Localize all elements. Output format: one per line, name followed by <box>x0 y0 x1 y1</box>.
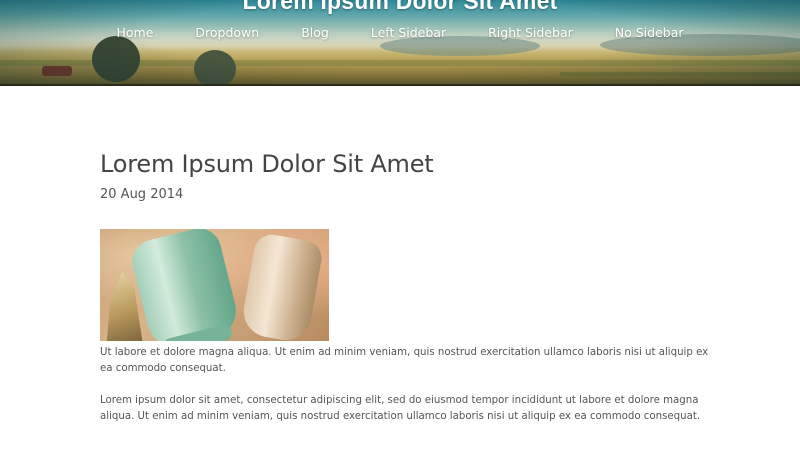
main-nav: Home Dropdown Blog Left Sidebar Right Si… <box>0 24 800 42</box>
post-image-jars <box>100 229 329 341</box>
nav-right-sidebar[interactable]: Right Sidebar <box>467 24 594 42</box>
post-title[interactable]: Lorem Ipsum Dolor Sit Amet <box>100 150 710 178</box>
nav-dropdown[interactable]: Dropdown <box>174 24 280 42</box>
post-paragraph: Lorem ipsum dolor sit amet, consectetur … <box>100 395 701 422</box>
nav-no-sidebar[interactable]: No Sidebar <box>594 24 705 42</box>
post-paragraph: Ut labore et dolore magna aliqua. Ut eni… <box>100 347 709 374</box>
banner-divider <box>0 84 800 86</box>
header-banner: Lorem Ipsum Dolor Sit Amet Home Dropdown… <box>0 0 800 86</box>
nav-home[interactable]: Home <box>95 24 174 42</box>
clear-jar-shape <box>239 231 325 341</box>
green-jar-shape <box>127 229 243 341</box>
nav-blog[interactable]: Blog <box>280 24 350 42</box>
post-date: 20 Aug 2014 <box>100 187 184 202</box>
post-content: Lorem Ipsum Dolor Sit Amet 20 Aug 2014 U… <box>100 150 710 425</box>
nav-left-sidebar[interactable]: Left Sidebar <box>350 24 467 42</box>
site-title[interactable]: Lorem Ipsum Dolor Sit Amet <box>0 0 800 15</box>
